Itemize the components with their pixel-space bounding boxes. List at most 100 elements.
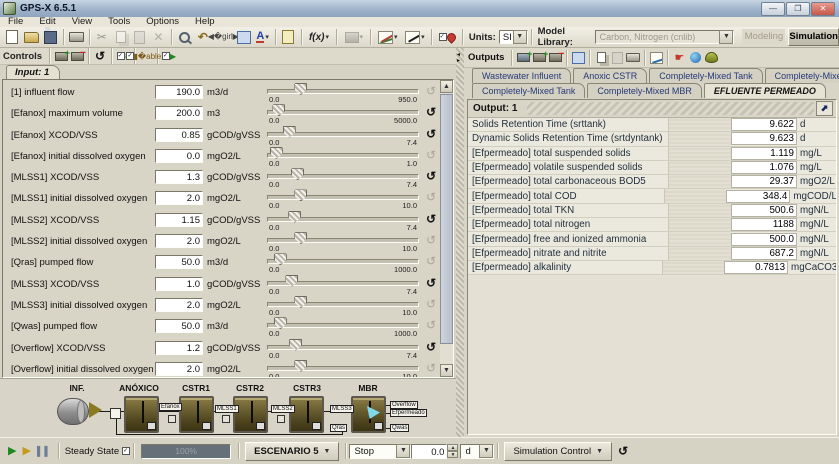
control-value-input[interactable]: 1.2 <box>155 341 203 355</box>
steady-state-checkbox[interactable]: ✓ <box>122 447 130 455</box>
tank-cstr1[interactable] <box>179 396 214 433</box>
reset-value-icon[interactable]: ↺ <box>426 255 436 267</box>
simulation-button[interactable]: Simulation <box>788 28 839 46</box>
remove-control-icon[interactable]: − <box>69 50 85 63</box>
slider-track[interactable] <box>267 238 419 243</box>
run-script-icon[interactable]: ✓▶ <box>161 50 177 63</box>
control-value-input[interactable]: 0.0 <box>155 149 203 163</box>
tank-cstr3[interactable] <box>289 396 324 433</box>
control-slider[interactable]: 0.07.4 <box>267 274 417 295</box>
reset-value-icon[interactable]: ↺ <box>426 128 436 140</box>
slider-track[interactable] <box>267 153 419 158</box>
slider-track[interactable] <box>267 366 419 371</box>
reset-all-icon[interactable]: ↺ <box>92 50 108 63</box>
save-icon[interactable] <box>42 28 59 46</box>
reset-value-icon[interactable]: ↺ <box>426 85 436 97</box>
run-steady-icon[interactable]: ▶ <box>22 446 30 457</box>
panel-splitter[interactable] <box>456 48 464 437</box>
print-icon[interactable] <box>68 28 85 46</box>
menu-view[interactable]: View <box>64 17 100 27</box>
model-library-dropdown-arrow[interactable]: ▼ <box>719 30 733 44</box>
fx-button[interactable]: f(x)▾ <box>306 28 333 46</box>
model-library-select[interactable]: Carbon, Nitrogen (cnlib) ▼ <box>595 30 735 44</box>
database-icon[interactable] <box>703 51 719 64</box>
pause-icon[interactable]: ▌▌ <box>37 446 52 457</box>
copy-icon[interactable] <box>112 28 129 46</box>
window-layout-icon[interactable] <box>570 51 586 64</box>
stream-label-mlss1[interactable]: MLSS1 <box>215 405 239 413</box>
splitter-arrows-icon[interactable]: ◂▸ <box>457 52 460 64</box>
slider-track[interactable] <box>267 302 419 307</box>
reset-value-icon[interactable]: ↺ <box>426 298 436 310</box>
chart-tool-button[interactable]: ▾ <box>375 28 400 46</box>
reset-value-icon[interactable]: ↺ <box>426 170 436 182</box>
slider-track[interactable] <box>267 259 419 264</box>
control-slider[interactable]: 0.0950.0 <box>267 82 417 103</box>
plot-tool-button[interactable]: ▾ <box>402 28 427 46</box>
compare-panes-icon[interactable]: ◀�girl▶ <box>213 28 233 46</box>
menu-help[interactable]: Help <box>187 17 223 27</box>
output-tab-efluente-permeado[interactable]: EFLUENTE PERMEADO <box>704 83 826 98</box>
units-select[interactable]: SI ▼ <box>499 30 528 44</box>
stream-label-mlss3[interactable]: MLSS3 <box>330 405 354 413</box>
restore-button[interactable]: ❐ <box>786 2 810 16</box>
statistics-icon[interactable] <box>648 51 664 64</box>
run-icon[interactable]: ▶ <box>8 446 16 457</box>
reset-value-icon[interactable]: ↺ <box>426 234 436 246</box>
tab-input-1[interactable]: Input: 1 <box>6 65 60 80</box>
control-slider[interactable]: 0.05000.0 <box>267 103 417 124</box>
menu-file[interactable]: File <box>0 17 31 27</box>
new-file-icon[interactable] <box>4 28 21 46</box>
reset-value-icon[interactable]: ↺ <box>426 341 436 353</box>
scenario-button[interactable]: ESCENARIO 5 ▼ <box>245 442 339 461</box>
control-slider[interactable]: 0.010.0 <box>267 188 417 209</box>
reset-value-icon[interactable]: ↺ <box>426 106 436 118</box>
stream-label-mlss2[interactable]: MLSS2 <box>271 405 295 413</box>
cut-icon[interactable]: ✂ <box>93 28 110 46</box>
notes-icon[interactable] <box>280 28 297 46</box>
control-slider[interactable]: 0.07.4 <box>267 125 417 146</box>
image-tool-button[interactable]: ▾ <box>341 28 366 46</box>
control-value-input[interactable]: 1.3 <box>155 170 203 184</box>
output-tab-completely-mixed-tank[interactable]: Completely-Mixed Tank <box>472 83 585 98</box>
scroll-down-icon[interactable]: ▼ <box>440 364 453 377</box>
control-value-input[interactable]: 0.85 <box>155 128 203 142</box>
slider-track[interactable] <box>267 89 419 94</box>
run-analysis-icon[interactable]: ✓▮�able▮ <box>138 50 154 63</box>
slider-track[interactable] <box>267 110 419 115</box>
layout-grid-icon[interactable] <box>235 28 252 46</box>
edit-output-icon[interactable] <box>609 51 625 64</box>
close-button[interactable]: ✕ <box>811 2 835 16</box>
simulation-control-button[interactable]: Simulation Control ▼ <box>504 442 612 461</box>
control-value-input[interactable]: 2.0 <box>155 362 203 376</box>
font-color-icon[interactable]: A▾ <box>254 28 271 46</box>
control-slider[interactable]: 0.01.0 <box>267 146 417 167</box>
paste-icon[interactable] <box>131 28 148 46</box>
tank-mbr[interactable] <box>351 396 386 433</box>
control-slider[interactable]: 0.07.4 <box>267 210 417 231</box>
stream-label-overflow[interactable]: Overflow <box>390 401 418 409</box>
output-tab-completely-mixed-mbr[interactable]: Completely-Mixed MBR <box>587 83 702 98</box>
add-control-icon[interactable]: + <box>53 50 69 63</box>
reset-value-icon[interactable]: ↺ <box>426 362 436 374</box>
output-tab-completely-mixed-tank[interactable]: Completely-Mixed Tank <box>649 68 762 83</box>
control-slider[interactable]: 0.010.0 <box>267 359 417 378</box>
output-tab-wastewater-influent[interactable]: Wastewater Influent <box>472 68 571 83</box>
modeling-button[interactable]: Modeling <box>742 29 785 45</box>
web-globe-icon[interactable] <box>687 51 703 64</box>
scroll-up-icon[interactable]: ▲ <box>440 80 453 93</box>
stop-dropdown-arrow[interactable]: ▼ <box>396 444 410 458</box>
time-stepper[interactable]: ▲▼ <box>447 444 458 458</box>
control-slider[interactable]: 0.07.4 <box>267 167 417 188</box>
control-slider[interactable]: 0.010.0 <box>267 231 417 252</box>
slider-track[interactable] <box>267 195 419 200</box>
pointer-hand-icon[interactable]: ☛ <box>671 51 687 64</box>
control-value-input[interactable]: 190.0 <box>155 85 203 99</box>
slider-track[interactable] <box>267 323 419 328</box>
add-graph-output-icon[interactable]: + <box>531 51 547 64</box>
remove-output-icon[interactable]: − <box>547 51 563 64</box>
reset-value-icon[interactable]: ↺ <box>426 191 436 203</box>
slider-track[interactable] <box>267 174 419 179</box>
menu-edit[interactable]: Edit <box>31 17 63 27</box>
stream-label-qras[interactable]: Qras <box>330 424 347 432</box>
